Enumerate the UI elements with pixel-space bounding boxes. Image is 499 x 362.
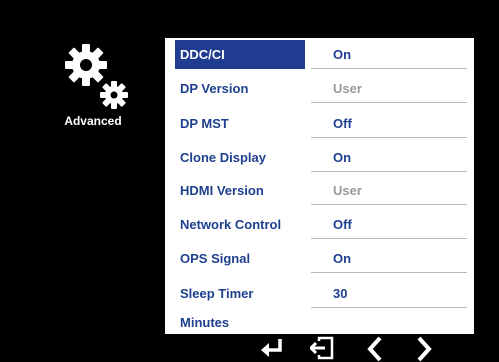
menu-item-ops-signal[interactable]: OPS Signal On (175, 244, 467, 273)
menu-item-value: User (333, 81, 362, 96)
row-divider (311, 137, 467, 138)
osd-screen: Advanced DDC/CI On DP Version User DP MS… (0, 0, 499, 362)
menu-item-value: Off (333, 217, 352, 232)
row-divider (311, 102, 467, 103)
menu-item-label: Sleep Timer Minutes (180, 286, 254, 330)
menu-item-value: Off (333, 116, 352, 131)
row-divider (311, 238, 467, 239)
menu-item-network-control[interactable]: Network Control Off (175, 210, 467, 239)
menu-item-value: On (333, 251, 352, 266)
row-divider (311, 272, 467, 273)
row-divider (311, 68, 467, 69)
category-panel: Advanced (48, 42, 138, 128)
menu-item-label: DDC/CI (175, 40, 305, 69)
gears-icon (53, 42, 133, 112)
menu-item-label: Clone Display (180, 150, 266, 165)
menu-item-clone-display[interactable]: Clone Display On (175, 143, 467, 172)
exit-icon[interactable] (310, 336, 336, 362)
enter-icon[interactable] (258, 336, 286, 362)
row-divider (311, 204, 467, 205)
left-arrow-icon[interactable] (365, 336, 385, 362)
menu-item-label: DP Version (180, 81, 249, 96)
right-arrow-icon[interactable] (414, 336, 434, 362)
menu-item-label: Network Control (180, 217, 282, 232)
menu-item-sleep-timer-minutes[interactable]: Sleep Timer Minutes 30 (175, 279, 467, 330)
menu-item-label: HDMI Version (180, 183, 264, 198)
category-label: Advanced (64, 114, 122, 128)
menu-item-ddc-ci[interactable]: DDC/CI On (175, 40, 467, 69)
menu-item-value: User (333, 183, 362, 198)
menu-item-value: On (333, 47, 352, 62)
menu-item-value: On (333, 150, 352, 165)
menu-item-hdmi-version[interactable]: HDMI Version User (175, 176, 467, 205)
menu-item-dp-mst[interactable]: DP MST Off (175, 109, 467, 138)
menu-item-value: 30 (333, 286, 348, 301)
menu-item-label: OPS Signal (180, 251, 251, 266)
menu-item-dp-version[interactable]: DP Version User (175, 74, 467, 103)
settings-panel: DDC/CI On DP Version User DP MST Off Clo… (165, 38, 474, 334)
row-divider (311, 171, 467, 172)
row-divider (311, 307, 467, 308)
menu-item-label: DP MST (180, 116, 229, 131)
